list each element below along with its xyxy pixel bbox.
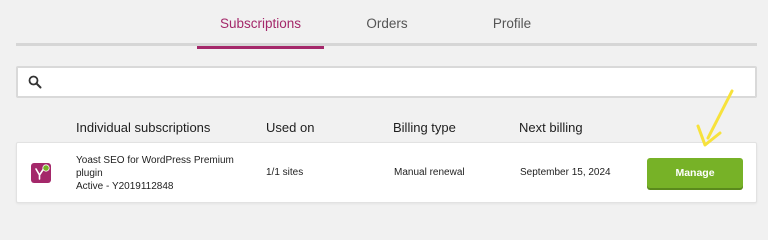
used-on-value: 1/1 sites <box>266 167 304 178</box>
column-header-subscriptions: Individual subscriptions <box>76 120 211 135</box>
column-header-used-on: Used on <box>266 120 315 135</box>
yoast-logo-icon <box>31 163 51 183</box>
billing-type-value: Manual renewal <box>394 167 465 178</box>
tab-bar: Subscriptions Orders Profile <box>16 0 757 49</box>
search-input[interactable] <box>42 68 755 96</box>
column-header-next-billing: Next billing <box>519 120 583 135</box>
annotation-arrow-icon <box>696 89 734 147</box>
tab-subscriptions[interactable]: Subscriptions <box>197 0 324 49</box>
subscription-status: Active - Y2019112848 <box>76 181 174 192</box>
manage-button[interactable]: Manage <box>647 158 743 188</box>
column-header-billing-type: Billing type <box>393 120 456 135</box>
search-icon <box>28 75 42 89</box>
product-name: Yoast SEO for WordPress Premium plugin <box>76 155 234 179</box>
tab-orders[interactable]: Orders <box>347 0 427 46</box>
tab-profile[interactable]: Profile <box>472 0 552 46</box>
table-row: Yoast SEO for WordPress Premium plugin A… <box>16 142 757 203</box>
search-box[interactable] <box>16 66 757 98</box>
next-billing-value: September 15, 2024 <box>520 167 611 178</box>
